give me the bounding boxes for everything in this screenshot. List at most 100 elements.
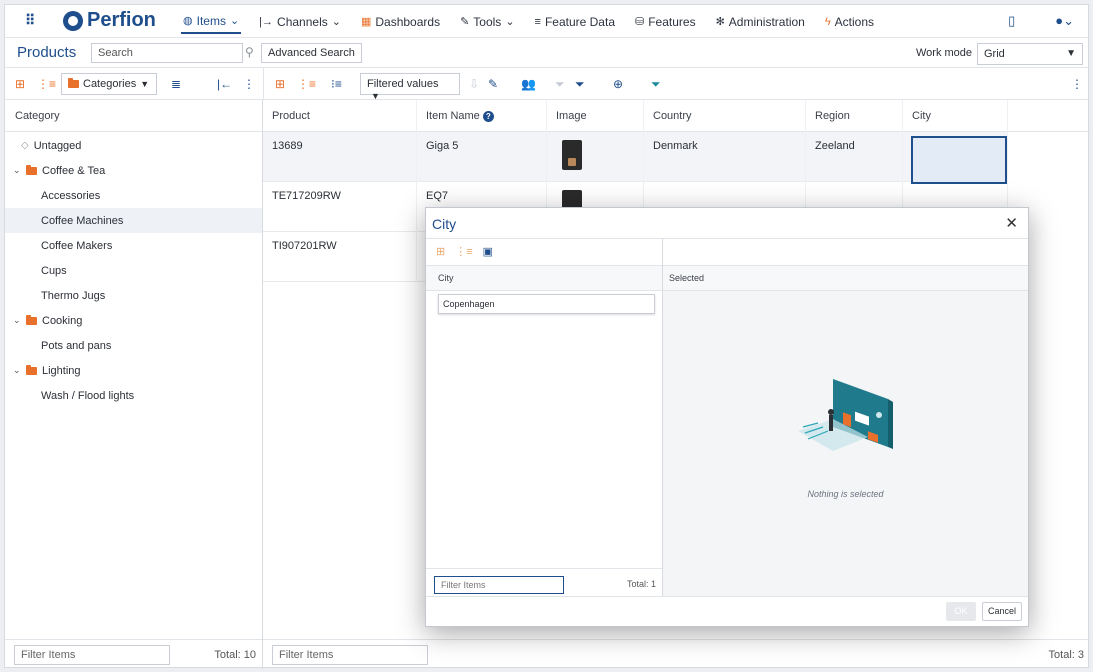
tree-item-cooking[interactable]: ⌄ Cooking <box>5 308 262 333</box>
chevron-down-icon: ⌄ <box>229 15 240 27</box>
dialog-toolbar: ⊞ ⋮≡ ▣ <box>426 239 662 266</box>
main-menu: ◍ Items ⌄ |→ Channels ⌄ ▦ Dashboards ✎ T… <box>181 5 876 38</box>
column-header-product[interactable]: Product <box>263 100 417 132</box>
filter-clear-icon[interactable]: ⏷ <box>555 77 565 92</box>
top-navigation: ⠿ Perfion ◍ Items ⌄ |→ Channels ⌄ ▦ Dash… <box>5 5 1088 38</box>
tree-expand-icon[interactable]: ⊞ <box>275 77 285 91</box>
selected-toolbar <box>663 239 1028 266</box>
lightning-icon: ϟ <box>824 15 831 28</box>
nav-items[interactable]: ◍ Items ⌄ <box>181 10 242 34</box>
nav-channels[interactable]: |→ Channels ⌄ <box>257 11 343 33</box>
cell-item-name[interactable]: Giga 5 <box>417 132 547 182</box>
tree-list-icon[interactable]: ⋮≡ <box>37 77 56 91</box>
tree-item-lighting[interactable]: ⌄ Lighting <box>5 358 262 383</box>
tree-item-coffee-makers[interactable]: Coffee Makers <box>5 233 262 258</box>
column-header-city[interactable]: City <box>903 100 1008 132</box>
tree-item-thermo-jugs[interactable]: Thermo Jugs <box>5 283 262 308</box>
city-column-header[interactable]: City <box>426 266 662 291</box>
help-icon[interactable]: ? <box>482 111 494 122</box>
work-mode-select[interactable]: Grid ▼ <box>977 43 1083 65</box>
city-list-item[interactable]: Copenhagen <box>438 294 655 314</box>
tree-item-wash-flood-lights[interactable]: Wash / Flood lights <box>5 383 262 408</box>
tree-item-cups[interactable]: Cups <box>5 258 262 283</box>
dialog-filter-input[interactable]: Filter Items <box>434 576 564 594</box>
cell-product[interactable]: TI907201RW <box>263 232 417 282</box>
folder-icon <box>26 364 37 375</box>
user-icon[interactable]: ●⌄ <box>1055 13 1074 29</box>
nav-administration[interactable]: ✻ Administration <box>714 11 807 33</box>
column-header-item-name[interactable]: Item Name? <box>417 100 547 132</box>
category-tree: ◇ Untagged ⌄ Coffee & Tea Accessories Co… <box>5 132 262 408</box>
category-filter-input[interactable]: Filter Items <box>14 645 170 665</box>
nav-tools[interactable]: ✎ Tools ⌄ <box>458 11 516 33</box>
filtered-values-dropdown[interactable]: Filtered values ▼ <box>360 73 460 101</box>
grid-filter-input[interactable]: Filter Items <box>272 645 428 665</box>
search-icon[interactable]: ⚲ <box>245 45 257 59</box>
column-header-region[interactable]: Region <box>806 100 903 132</box>
globe-icon[interactable]: ⊕ <box>613 77 623 91</box>
edit-icon[interactable]: ✎ <box>488 77 498 91</box>
tree-item-coffee-machines[interactable]: Coffee Machines <box>5 208 262 233</box>
grid-total: Total: 3 <box>1048 649 1084 661</box>
columns-icon[interactable]: ⁝≡ <box>331 77 342 91</box>
column-header-image[interactable]: Image <box>547 100 644 132</box>
tree-item-label: Cups <box>41 264 67 277</box>
tree-list-icon[interactable]: ⋮≡ <box>297 77 316 91</box>
table-row[interactable]: 13689 Giga 5 Denmark Zeeland <box>263 132 1008 182</box>
search-input[interactable]: Search <box>91 43 243 63</box>
cell-product[interactable]: TE717209RW <box>263 182 417 232</box>
tree-item-label: Lighting <box>42 364 81 377</box>
tree-list-icon[interactable]: ⋮≡ <box>455 245 472 259</box>
list-view-icon[interactable]: ≣ <box>171 77 181 91</box>
funnel-icon[interactable]: ⏷ <box>651 77 661 92</box>
app-launcher-icon[interactable]: ⠿ <box>25 12 35 29</box>
tree-item-label: Accessories <box>41 189 101 202</box>
work-mode-value: Grid <box>984 48 1005 60</box>
card-view-icon[interactable]: ▣ <box>483 245 493 259</box>
tree-item-accessories[interactable]: Accessories <box>5 183 262 208</box>
cancel-button[interactable]: Cancel <box>982 602 1022 621</box>
tree-item-pots-and-pans[interactable]: Pots and pans <box>5 333 262 358</box>
cell-country[interactable]: Denmark <box>644 132 806 182</box>
collapse-left-icon[interactable]: |← <box>217 77 232 91</box>
cell-region[interactable]: Zeeland <box>806 132 903 182</box>
category-column-header[interactable]: Category <box>5 100 262 132</box>
chevron-down-icon: ⌄ <box>13 365 21 375</box>
column-header-country[interactable]: Country <box>644 100 806 132</box>
tree-item-label: Cooking <box>42 314 83 327</box>
cube-icon: ◍ <box>183 15 193 27</box>
close-icon[interactable]: ✕ <box>1005 214 1018 232</box>
device-icon[interactable]: ▯ <box>1008 13 1015 29</box>
tree-item-label: Thermo Jugs <box>41 289 106 302</box>
tree-item-untagged[interactable]: ◇ Untagged <box>5 133 262 158</box>
nav-actions[interactable]: ϟ Actions <box>823 11 876 33</box>
nav-channels-label: Channels <box>277 14 328 29</box>
tag-icon: ◇ <box>21 140 29 151</box>
tree-item-coffee-tea[interactable]: ⌄ Coffee & Tea <box>5 158 262 183</box>
users-icon[interactable]: 👥 <box>521 77 536 91</box>
more-vertical-icon[interactable]: ⋮ <box>1071 77 1083 91</box>
selected-city-cell[interactable] <box>911 136 1007 184</box>
nav-dashboards[interactable]: ▦ Dashboards <box>359 11 442 33</box>
chevron-down-icon: ⌄ <box>331 16 341 28</box>
folder-icon <box>26 314 37 325</box>
column-header-label: Item Name <box>426 110 480 122</box>
filter-active-icon[interactable]: ⏷ <box>575 77 585 92</box>
logo: Perfion <box>63 9 156 32</box>
database-icon: ⛁ <box>635 16 645 28</box>
category-footer: Filter Items Total: 10 <box>5 639 262 669</box>
download-icon[interactable]: ⇩ <box>469 77 479 91</box>
dialog-footer: OK Cancel <box>426 596 1028 626</box>
tree-expand-icon[interactable]: ⊞ <box>15 77 25 91</box>
chevron-down-icon: ▼ <box>1066 48 1076 59</box>
ok-button[interactable]: OK <box>946 602 976 621</box>
cell-product[interactable]: 13689 <box>263 132 417 182</box>
nav-feature-data[interactable]: ≡ Feature Data <box>533 11 617 33</box>
categories-label: Categories <box>83 78 137 90</box>
more-vertical-icon[interactable]: ⋮ <box>243 77 255 91</box>
tree-expand-icon[interactable]: ⊞ <box>436 245 445 259</box>
cell-image[interactable] <box>547 132 644 182</box>
categories-dropdown[interactable]: Categories ▼ <box>61 73 157 95</box>
advanced-search-button[interactable]: Advanced Search <box>261 43 362 63</box>
nav-features[interactable]: ⛁ Features <box>633 11 698 33</box>
